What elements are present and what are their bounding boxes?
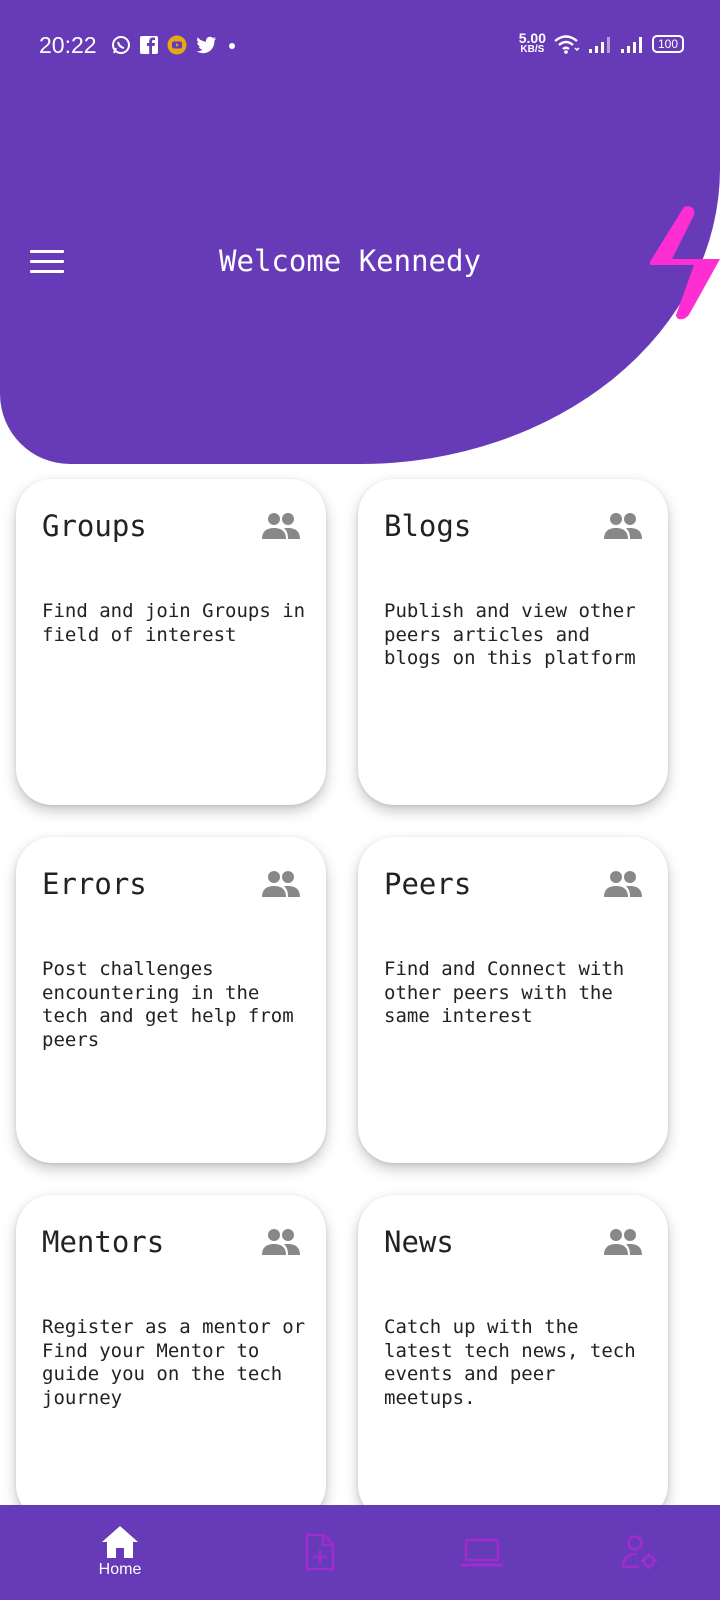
- wifi-icon: [554, 35, 580, 54]
- card-description: Find and Connect with other peers with t…: [384, 958, 636, 1027]
- card-peers[interactable]: Peers Find and Connect with other peers …: [358, 837, 668, 1163]
- nav-home[interactable]: Home: [95, 1505, 145, 1600]
- card-title: Peers: [384, 867, 472, 901]
- network-speed-value: 5.00: [518, 30, 546, 46]
- youtube-icon: [167, 35, 187, 55]
- nav-laptop[interactable]: [460, 1505, 504, 1600]
- nav-profile[interactable]: [620, 1505, 660, 1600]
- laptop-icon: [461, 1538, 503, 1567]
- bottom-navigation: Home: [0, 1505, 720, 1600]
- battery-indicator: 100: [652, 35, 684, 53]
- people-icon: [604, 871, 642, 897]
- notification-icons: [111, 35, 238, 55]
- home-icon: [102, 1526, 138, 1558]
- card-mentors[interactable]: Mentors Register as a mentor or Find you…: [16, 1195, 326, 1521]
- nav-home-label: Home: [98, 1561, 142, 1578]
- network-speed: 5.00 KB/S: [518, 30, 546, 55]
- user-settings-icon: [621, 1535, 657, 1569]
- status-bar: 20:22 5.00 KB/S 100: [0, 0, 720, 92]
- people-icon: [604, 513, 642, 539]
- network-speed-unit: KB/S: [520, 44, 545, 55]
- card-title: Mentors: [42, 1225, 165, 1259]
- twitter-icon: [196, 36, 216, 54]
- facebook-icon: [140, 36, 158, 54]
- people-icon: [262, 871, 300, 897]
- add-document-icon: [305, 1533, 335, 1571]
- card-title: Errors: [42, 867, 147, 901]
- status-time: 20:22: [39, 32, 97, 58]
- card-title: Blogs: [384, 509, 472, 543]
- card-description: Find and join Groups in field of interes…: [42, 600, 317, 646]
- card-description: Publish and view other peers articles an…: [384, 600, 648, 669]
- signal-icon-2: [621, 37, 642, 53]
- dot-icon: [229, 43, 235, 49]
- signal-icon-1: [589, 37, 610, 53]
- card-errors[interactable]: Errors Post challenges encountering in t…: [16, 837, 326, 1163]
- page-title: Welcome Kennedy: [219, 244, 481, 278]
- card-title: Groups: [42, 509, 147, 543]
- card-groups[interactable]: Groups Find and join Groups in field of …: [16, 479, 326, 805]
- card-description: Catch up with the latest tech news, tech…: [384, 1316, 648, 1409]
- feature-cards-grid: Groups Find and join Groups in field of …: [16, 479, 668, 1521]
- card-blogs[interactable]: Blogs Publish and view other peers artic…: [358, 479, 668, 805]
- card-title: News: [384, 1225, 454, 1259]
- whatsapp-icon: [112, 36, 130, 54]
- status-right: 5.00 KB/S 100: [518, 30, 684, 55]
- card-description: Register as a mentor or Find your Mentor…: [42, 1316, 317, 1409]
- card-news[interactable]: News Catch up with the latest tech news,…: [358, 1195, 668, 1521]
- lightning-bolt-icon: [650, 206, 720, 320]
- card-description: Post challenges encountering in the tech…: [42, 958, 306, 1051]
- people-icon: [262, 513, 300, 539]
- people-icon: [604, 1229, 642, 1255]
- people-icon: [262, 1229, 300, 1255]
- nav-add-post[interactable]: [302, 1505, 338, 1600]
